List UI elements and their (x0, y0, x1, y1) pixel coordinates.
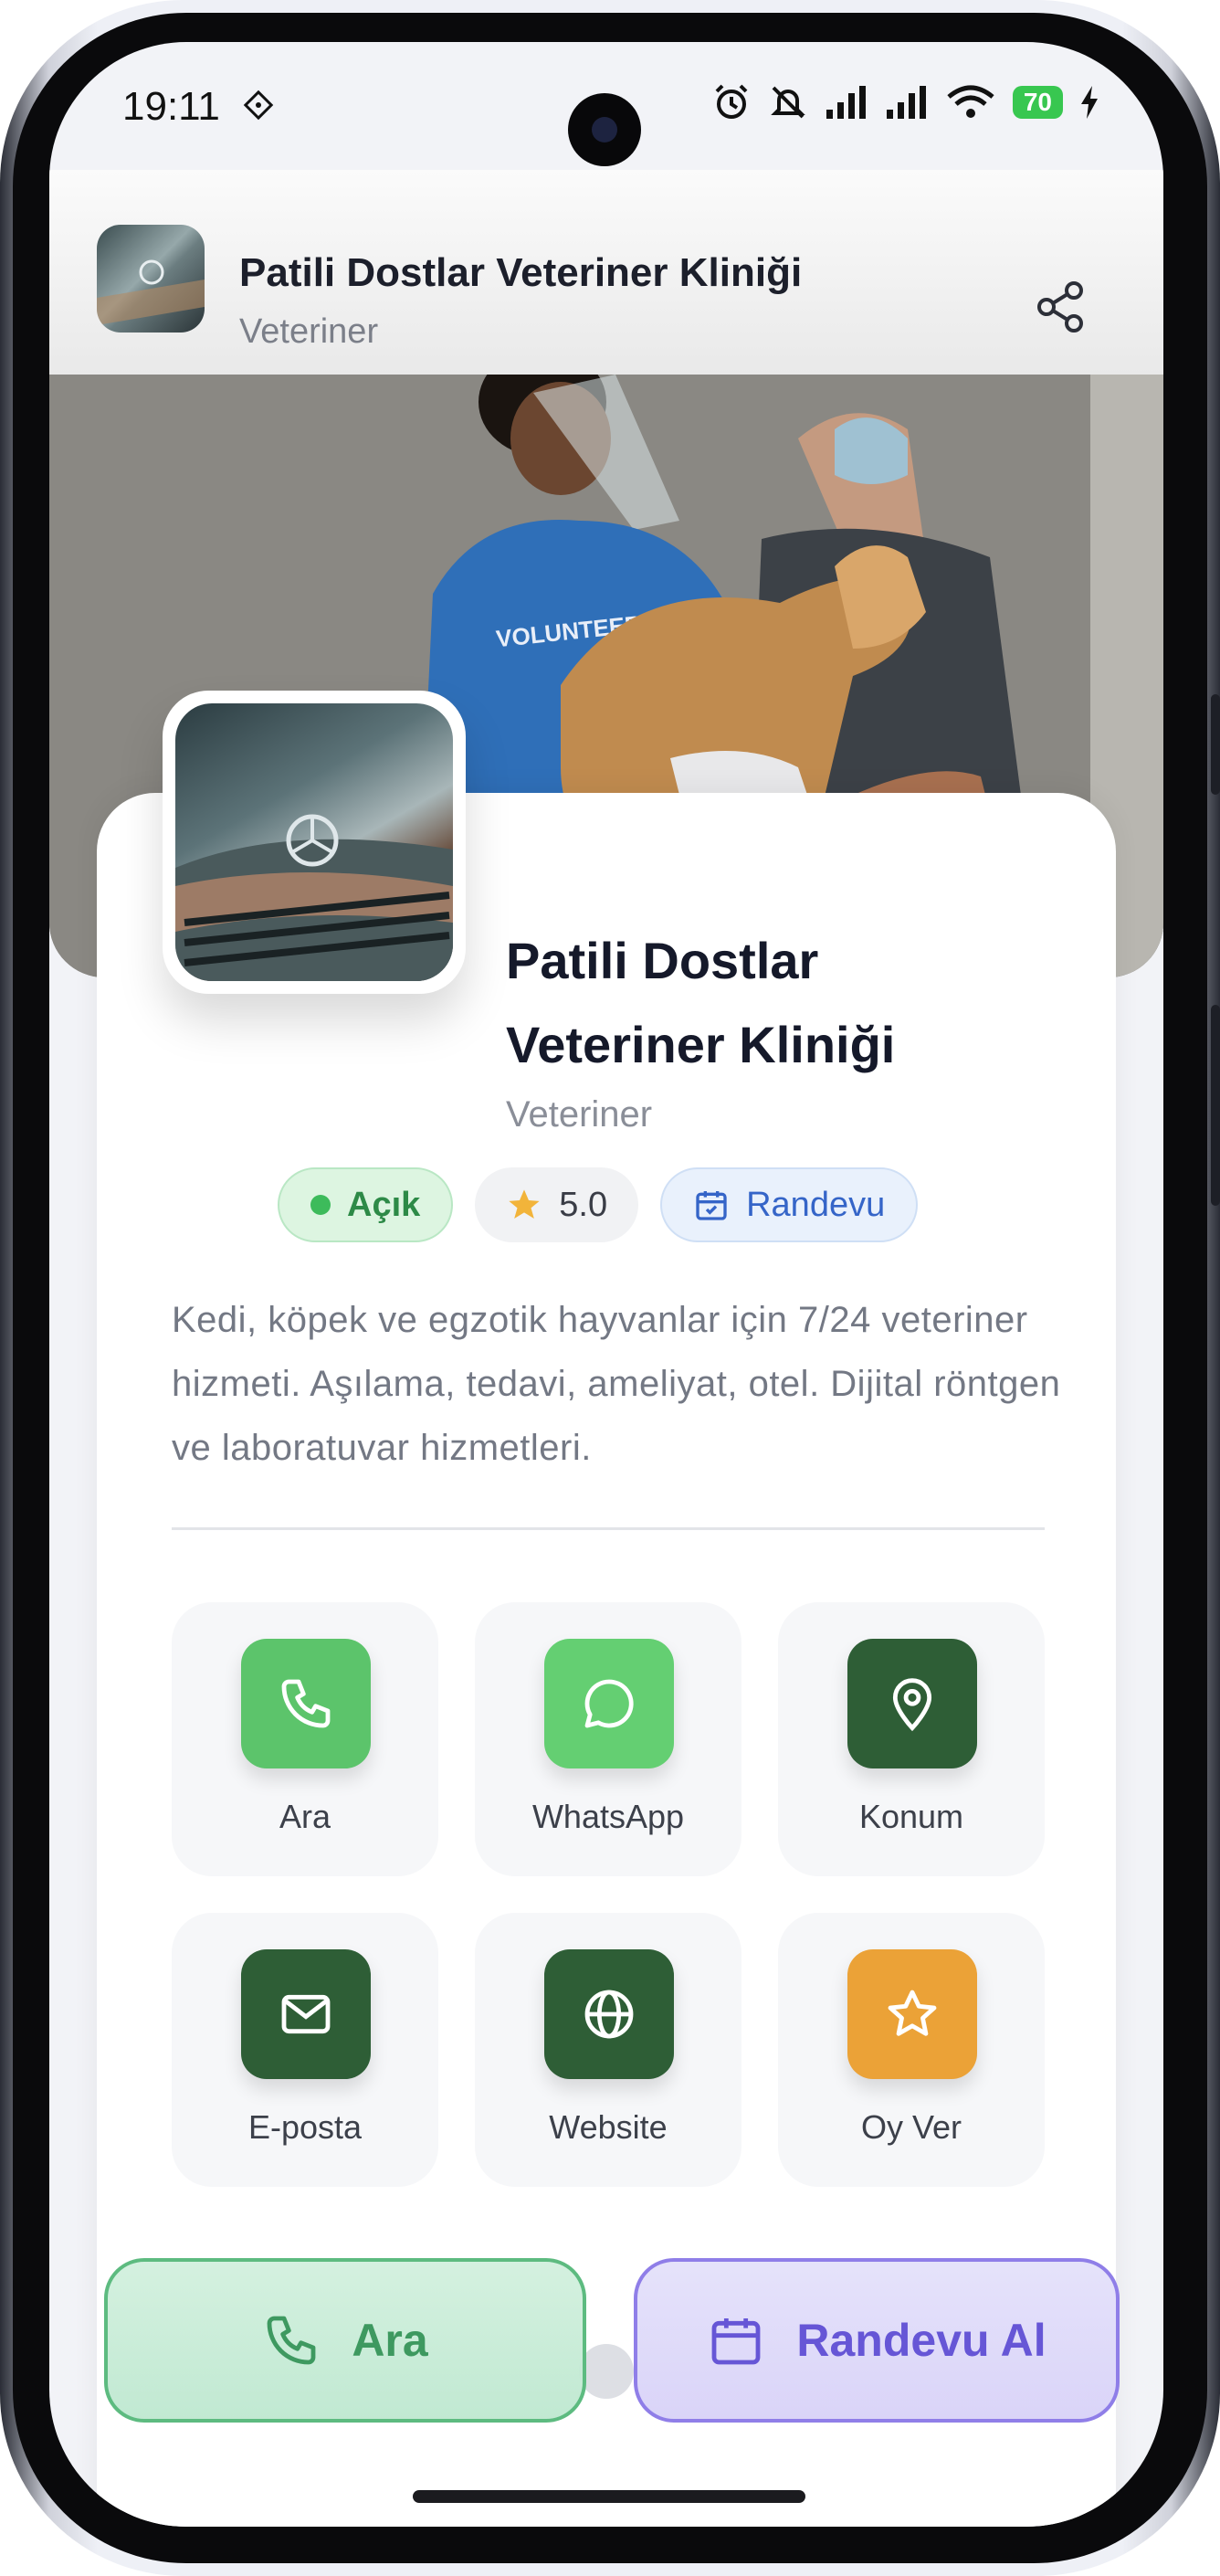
action-whatsapp[interactable]: WhatsApp (475, 1602, 741, 1876)
appointment-chip-label: Randevu (746, 1185, 886, 1224)
app-bar: Patili Dostlar Veteriner Kliniği Veterin… (49, 170, 1163, 375)
signal-icon (826, 86, 866, 119)
phone-icon (267, 2316, 316, 2365)
action-website[interactable]: Website (475, 1913, 741, 2187)
open-status-chip: Açık (278, 1167, 454, 1242)
screen: 19:11 70 Patili Dostlar Veteriner Kliniğ (49, 42, 1163, 2527)
action-call[interactable]: Ara (172, 1602, 438, 1876)
book-appointment-button[interactable]: Randevu Al (634, 2258, 1120, 2423)
star-icon (509, 1189, 540, 1219)
share-icon[interactable] (1032, 278, 1090, 336)
open-dot-icon (310, 1195, 331, 1215)
volume-button (1211, 694, 1220, 795)
phone-frame: 19:11 70 Patili Dostlar Veteriner Kliniğ (0, 0, 1220, 2576)
book-appointment-label: Randevu Al (796, 2315, 1046, 2366)
business-logo (163, 691, 466, 994)
bell-off-icon (771, 86, 805, 119)
business-name-line-2: Veteriner Kliniği (506, 1016, 896, 1073)
action-location[interactable]: Konum (778, 1602, 1045, 1876)
signal-icon-2 (886, 86, 926, 119)
status-time: 19:11 (122, 84, 220, 129)
business-logo-image (175, 703, 453, 981)
open-status-label: Açık (347, 1185, 421, 1224)
phone-icon (241, 1639, 371, 1768)
status-bar: 19:11 70 (49, 42, 1163, 179)
status-chips: Açık 5.0 Randevu (278, 1167, 919, 1242)
globe-icon (544, 1949, 674, 2079)
business-name: Patili Dostlar Veteriner Kliniği (506, 919, 1072, 1087)
diamond-icon (243, 90, 274, 121)
action-email[interactable]: E-posta (172, 1913, 438, 2187)
app-bar-title: Patili Dostlar Veteriner Kliniği (239, 250, 803, 295)
charging-icon (1081, 86, 1098, 119)
star-icon (847, 1949, 977, 2079)
action-email-label: E-posta (247, 2108, 363, 2146)
rating-value: 5.0 (559, 1185, 608, 1224)
battery-indicator: 70 (1012, 86, 1063, 119)
calendar-icon (711, 2318, 761, 2365)
front-camera (568, 93, 641, 166)
action-call-label: Ara (279, 1798, 331, 1835)
action-grid: Ara WhatsApp Konum E-posta Website Oy Ve… (172, 1602, 1045, 2187)
facebook-icon[interactable] (579, 2344, 634, 2399)
home-indicator[interactable] (413, 2490, 805, 2503)
call-button-label: Ara (352, 2315, 428, 2366)
call-button[interactable]: Ara (104, 2258, 586, 2423)
action-rate[interactable]: Oy Ver (778, 1913, 1045, 2187)
whatsapp-icon (544, 1639, 674, 1768)
app-bar-subtitle: Veteriner (239, 312, 379, 351)
appointment-chip[interactable]: Randevu (660, 1167, 919, 1242)
location-pin-icon (847, 1639, 977, 1768)
action-location-label: Konum (858, 1798, 964, 1835)
business-description: Kedi, köpek ve egzotik hayvanlar için 7/… (172, 1300, 1061, 1468)
action-whatsapp-label: WhatsApp (531, 1798, 685, 1835)
alarm-icon (715, 84, 748, 119)
business-name-line-1: Patili Dostlar (506, 932, 819, 989)
business-thumbnail (97, 225, 205, 333)
divider (172, 1527, 1045, 1530)
mail-icon (241, 1949, 371, 2079)
status-icons: 70 (711, 82, 1099, 122)
action-rate-label: Oy Ver (860, 2108, 962, 2146)
calendar-check-icon (696, 1191, 727, 1220)
business-category: Veteriner (506, 1094, 653, 1135)
power-button (1211, 1005, 1220, 1206)
wifi-icon (947, 85, 994, 118)
action-website-label: Website (549, 2108, 668, 2146)
rating-chip: 5.0 (475, 1167, 639, 1242)
